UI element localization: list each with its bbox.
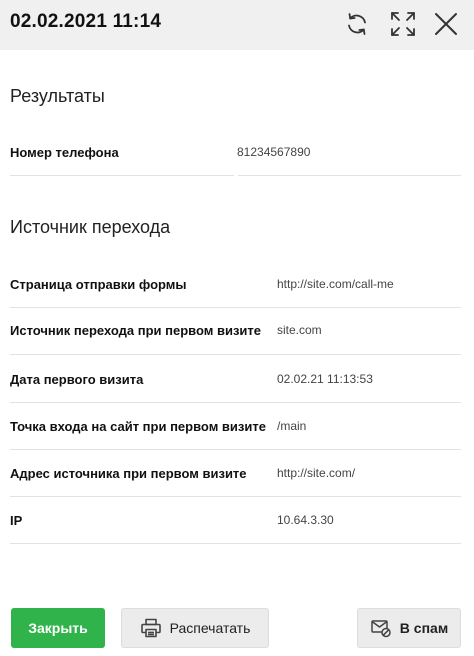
modal-header: 02.02.2021 11:14: [0, 0, 474, 50]
divider: [10, 543, 461, 544]
spam-button-label: В спам: [399, 620, 449, 636]
divider: [238, 175, 461, 176]
print-button[interactable]: Распечатать: [121, 608, 269, 648]
print-button-label: Распечатать: [169, 620, 251, 636]
source-row-label: Дата первого визита: [10, 372, 144, 387]
divider: [10, 175, 234, 176]
printer-icon: [140, 617, 162, 639]
divider: [10, 354, 461, 355]
divider: [10, 307, 461, 308]
source-section-title: Источник перехода: [10, 217, 171, 237]
source-row-label: Страница отправки формы: [10, 277, 187, 292]
source-row-value: 10.64.3.30: [277, 513, 334, 527]
refresh-icon[interactable]: [342, 9, 372, 39]
phone-label: Номер телефона: [10, 145, 119, 160]
results-section-title: Результаты: [10, 86, 105, 106]
spam-button[interactable]: В спам: [357, 608, 461, 648]
source-row-label: Адрес источника при первом визите: [10, 466, 247, 481]
expand-icon[interactable]: [388, 9, 418, 39]
source-row-value: http://site.com/: [277, 466, 356, 480]
source-row-label: Точка входа на сайт при первом визите: [10, 419, 266, 434]
divider: [10, 496, 461, 497]
modal-title: 02.02.2021 11:14: [10, 11, 162, 32]
source-row-value: site.com: [277, 323, 322, 337]
source-row-value: http://site.com/call-me: [277, 277, 394, 291]
source-row-value: /main: [277, 419, 307, 433]
divider: [10, 402, 461, 403]
source-row-label: IP: [10, 513, 23, 528]
close-button[interactable]: Закрыть: [11, 608, 105, 648]
source-row-value: 02.02.21 11:13:53: [277, 372, 373, 386]
close-icon[interactable]: [431, 9, 461, 39]
close-button-label: Закрыть: [28, 620, 88, 636]
spam-mail-icon: [370, 617, 392, 639]
phone-value: 81234567890: [237, 145, 311, 159]
divider: [10, 449, 461, 450]
source-row-label: Источник перехода при первом визите: [10, 323, 262, 338]
